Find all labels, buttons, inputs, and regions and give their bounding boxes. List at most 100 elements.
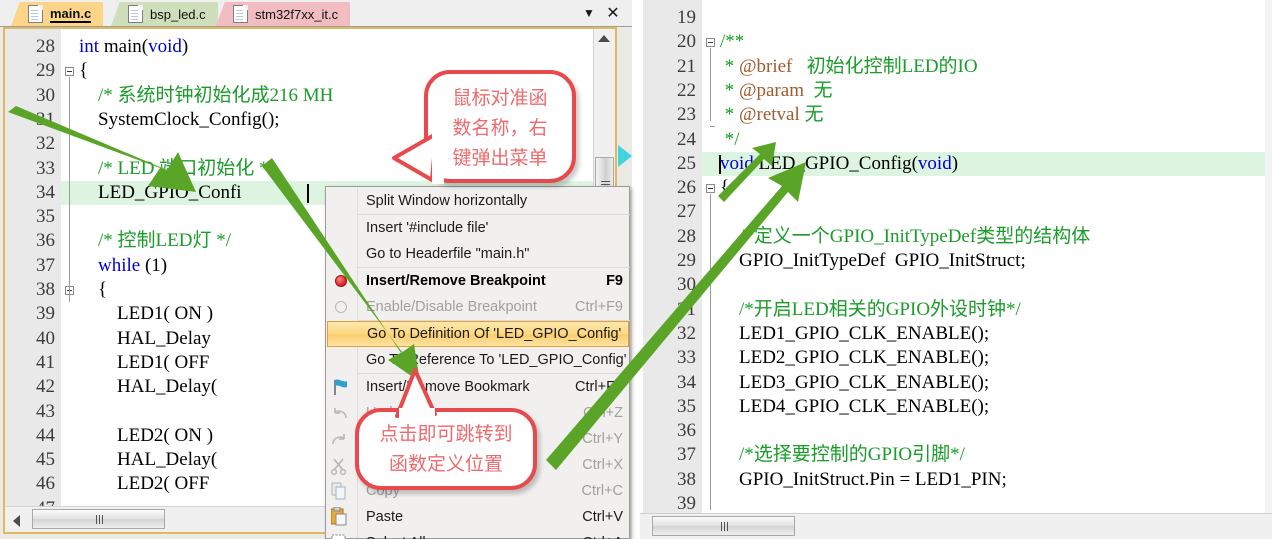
line-number: 32 [36, 133, 55, 155]
code-text: */ [720, 128, 740, 150]
right-horizontal-scrollbar[interactable] [640, 513, 1272, 539]
breakpoint-outline-icon [326, 294, 357, 320]
code-line: 34 LED3_GPIO_CLK_ENABLE(); [640, 371, 1265, 395]
callout-tail [392, 130, 444, 184]
context-menu-item-go-to-headerfile-main-h[interactable]: Go to Headerfile "main.h" [357, 241, 630, 267]
line-number: 20 [677, 31, 696, 53]
code-text: LED1_GPIO_CLK_ENABLE(); [720, 322, 990, 344]
code-text: LED1( ON ) [79, 303, 214, 325]
code-text: SystemClock_Config(); [79, 108, 280, 130]
code-line: 32 LED1_GPIO_CLK_ENABLE(); [640, 322, 1265, 346]
line-number: 37 [677, 444, 696, 466]
right-vertical-scrollbar[interactable] [1265, 0, 1272, 514]
editor-tab-main-c[interactable]: main.c [11, 2, 104, 26]
code-line: 33 LED2_GPIO_CLK_ENABLE(); [640, 346, 1265, 370]
code-line: 39 [640, 492, 1265, 514]
context-menu-item-label: Go To Reference To 'LED_GPIO_Config' [366, 352, 627, 368]
code-text: { [79, 279, 108, 300]
context-menu-item-paste[interactable]: Paste Ctrl+V [357, 504, 630, 530]
editor-tab-label: stm32f7xx_it.c [255, 6, 339, 22]
fold-guide-end [710, 125, 715, 127]
line-number: 41 [36, 351, 55, 373]
context-menu-item-label: Insert/Remove Breakpoint [366, 273, 546, 289]
fold-toggle-icon[interactable] [65, 67, 74, 77]
context-menu-item-insert-remove-breakpoint[interactable]: Insert/Remove Breakpoint F9 [357, 268, 630, 294]
right-code-area[interactable]: 19 20 /** 21 * @brief 初始化控制LED的IO 22 * @para… [640, 0, 1265, 514]
code-text: * @param 无 [720, 79, 833, 101]
line-number: 39 [36, 303, 55, 325]
callout-line: 键弹出菜单 [452, 146, 548, 169]
context-menu-item-shortcut: Ctrl+V [582, 509, 623, 525]
callout-line: 鼠标对准函 [452, 86, 548, 109]
code-line: 30 [640, 273, 1265, 297]
context-menu-item-shortcut: Ctrl+X [582, 457, 623, 473]
code-line: 25 void LED_GPIO_Config(void) [640, 151, 1265, 177]
code-line: 23 * @retval 无 [640, 103, 1265, 127]
line-number: 42 [36, 376, 55, 398]
fold-cell [61, 180, 79, 206]
editor-tab-bar: main.c bsp_led.c stm32f7xx_it.c ▼ ✕ [0, 0, 632, 27]
callout-line: 点击即可跳转到 [379, 423, 513, 445]
context-menu-item-label: Go to Headerfile "main.h" [366, 246, 530, 262]
code-line: 38 GPIO_InitStruct.Pin = LED1_PIN; [640, 468, 1265, 492]
pane-splitter-arrow-icon[interactable] [618, 145, 632, 167]
document-icon [128, 5, 143, 23]
scroll-left-arrow-icon[interactable] [13, 515, 20, 527]
close-icon[interactable]: ✕ [604, 3, 622, 22]
document-icon [28, 5, 43, 23]
scroll-up-arrow-icon[interactable] [598, 35, 610, 42]
paste-icon [326, 504, 357, 530]
context-menu-item-shortcut: F9 [606, 273, 623, 289]
context-menu-item-go-to-definition-of-led-gpio-config[interactable]: Go To Definition Of 'LED_GPIO_Config' [327, 321, 629, 347]
code-text: LED4_GPIO_CLK_ENABLE(); [720, 395, 990, 417]
code-text: /* 系统时钟初始化成216 MH [79, 84, 334, 106]
code-line: 22 * @param 无 [640, 79, 1265, 103]
line-number: 37 [36, 254, 55, 276]
context-menu-item-insert-include-file[interactable]: Insert '#include file' [357, 215, 630, 241]
code-text: LED2( OFF [79, 473, 210, 495]
fold-toggle-icon[interactable] [706, 184, 715, 194]
bookmark-flag-icon [326, 374, 357, 400]
line-number: 31 [36, 108, 55, 130]
fold-toggle-icon[interactable] [706, 38, 715, 48]
ide-screenshot: main.c bsp_led.c stm32f7xx_it.c ▼ ✕ 28 in… [0, 0, 1272, 539]
code-line: 21 * @brief 初始化控制LED的IO [640, 55, 1265, 79]
line-number: 43 [36, 400, 55, 422]
code-text: { [79, 60, 89, 82]
code-line: 26 { [640, 176, 1265, 200]
code-text: /** [720, 31, 745, 53]
line-number: 39 [677, 493, 696, 514]
line-number: 36 [36, 230, 55, 252]
editor-tab-bsp-led-c[interactable]: bsp_led.c [111, 2, 218, 26]
context-menu-item-label: Insert '#include file' [366, 220, 489, 236]
code-text: HAL_Delay( [79, 376, 218, 398]
context-menu-item-shortcut: Ctrl+C [581, 483, 624, 499]
context-menu-item-shortcut: Ctrl+Z [583, 405, 623, 421]
callout-line: 数名称，右 [452, 116, 548, 139]
line-number: 22 [677, 79, 696, 101]
code-text: /* 控制LED灯 */ [79, 230, 231, 252]
line-number: 46 [36, 473, 55, 495]
chevron-down-icon[interactable]: ▼ [580, 4, 598, 22]
code-text: void LED_GPIO_Config(void) [720, 152, 959, 174]
text-caret [307, 183, 309, 203]
fold-guide-line [69, 77, 70, 302]
code-text: LED2( ON ) [79, 424, 214, 446]
scissors-cut-icon [326, 452, 357, 478]
context-menu-item-enable-disable-breakpoint[interactable]: Enable/Disable Breakpoint Ctrl+F9 [357, 294, 630, 320]
horizontal-scroll-thumb[interactable] [652, 516, 795, 536]
line-number: 26 [677, 177, 696, 199]
line-number: 31 [677, 298, 696, 320]
line-number: 35 [36, 206, 55, 228]
editor-tab-stm32f7xx-it-c[interactable]: stm32f7xx_it.c [216, 2, 351, 26]
horizontal-scroll-thumb[interactable] [32, 509, 165, 529]
context-menu-item-shortcut: Ctrl+F2 [575, 379, 623, 395]
code-line: 36 [640, 419, 1265, 443]
line-number: 19 [677, 7, 696, 28]
context-menu-item-split-window-horizontally[interactable]: Split Window horizontally [357, 188, 630, 214]
code-text: while (1) [98, 254, 168, 276]
code-text: HAL_Delay( [79, 449, 218, 471]
context-menu-item-select-all[interactable]: Select AllCtrl+A [357, 530, 630, 539]
code-text: /*定义一个GPIO_InitTypeDef类型的结构体 [720, 225, 1091, 247]
code-line: 28 int main(void) [5, 35, 596, 59]
